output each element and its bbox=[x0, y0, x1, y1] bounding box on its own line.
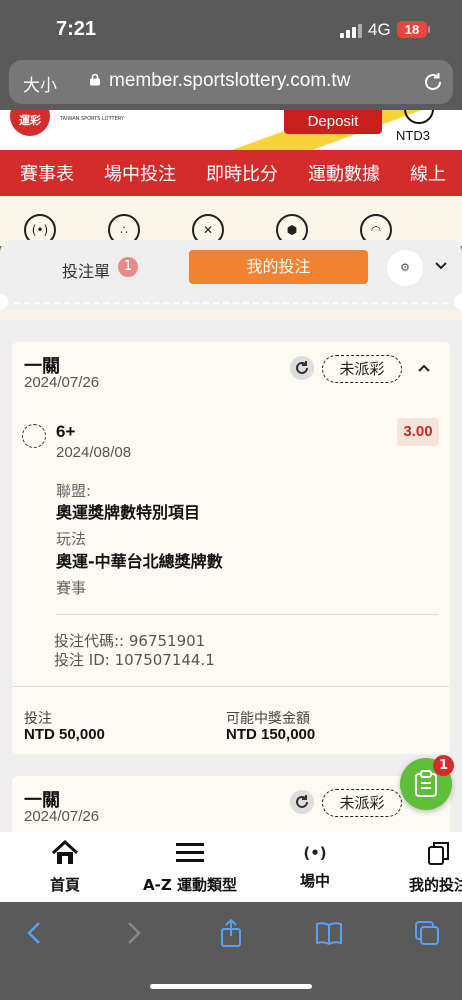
bottom-nav: 首頁 A-Z 運動類型 (•) 場中 我的投注 bbox=[0, 832, 462, 902]
deposit-button[interactable]: Deposit bbox=[284, 110, 382, 134]
odds-badge: 3.00 bbox=[397, 418, 439, 446]
reload-icon[interactable] bbox=[421, 70, 445, 94]
refresh-icon[interactable] bbox=[290, 790, 314, 814]
signal-icon bbox=[340, 24, 362, 38]
nav-item-schedule[interactable]: 賽事表 bbox=[20, 160, 74, 186]
nav-item-online[interactable]: 線上 bbox=[410, 160, 446, 186]
ticket-notch-right bbox=[454, 294, 462, 310]
share-icon[interactable] bbox=[216, 918, 246, 948]
bet-id: 投注 ID: 107507144.1 bbox=[54, 651, 215, 669]
live-icon: (•) bbox=[303, 844, 327, 862]
bookmarks-icon[interactable] bbox=[314, 918, 344, 948]
bottom-nav-label: 首頁 bbox=[49, 876, 80, 894]
url-text[interactable]: member.sportslottery.com.tw bbox=[109, 70, 350, 92]
address-bar[interactable]: 大小 member.sportslottery.com.tw bbox=[9, 60, 453, 104]
league-value: 奧運獎牌數特別項目 bbox=[56, 503, 201, 522]
bet-date: 2024/07/26 bbox=[24, 374, 100, 391]
text-size-button[interactable]: 大小 bbox=[23, 71, 57, 96]
clipboard-icon bbox=[415, 770, 437, 797]
settings-gear-icon[interactable]: ⚙ bbox=[387, 250, 423, 286]
bet-code: 投注代碼:: 96751901 bbox=[54, 632, 206, 650]
bottom-nav-label: 我的投注 bbox=[408, 876, 462, 894]
stake-value: NTD 50,000 bbox=[24, 726, 105, 743]
chevron-down-icon[interactable] bbox=[433, 258, 449, 274]
lock-icon bbox=[90, 73, 100, 86]
ticket-notch-left bbox=[0, 294, 8, 310]
market-value: 奧運-中華台北總獎牌數 bbox=[56, 552, 223, 571]
battery-icon: 18 bbox=[397, 21, 427, 38]
ticket-divider bbox=[14, 302, 448, 304]
betslip-panel: 投注單 1 我的投注 ⚙ 一關 2024/07/26 未派彩 6+ 2024/0… bbox=[0, 240, 462, 832]
event-label: 賽事 bbox=[56, 579, 87, 597]
bottom-nav-my-bets[interactable]: 我的投注 bbox=[404, 840, 462, 895]
league-label: 聯盟: bbox=[56, 482, 92, 500]
bottom-nav-home[interactable]: 首頁 bbox=[40, 839, 90, 895]
bottom-nav-label: 場中 bbox=[299, 872, 330, 890]
nav-item-live-score[interactable]: 即時比分 bbox=[206, 160, 278, 186]
site-header: 運彩 TAIWAN SPORTS LOTTERY Deposit NTD3 bbox=[0, 110, 462, 150]
status-badge: 未派彩 bbox=[322, 355, 402, 383]
payout-value: NTD 150,000 bbox=[226, 726, 316, 743]
bet-date: 2024/07/26 bbox=[24, 808, 100, 825]
fab-count-badge: 1 bbox=[433, 755, 454, 776]
selection-date: 2024/08/08 bbox=[56, 444, 132, 461]
divider bbox=[56, 614, 438, 615]
home-indicator bbox=[150, 984, 312, 989]
bottom-nav-label: A-Z 運動類型 bbox=[143, 876, 237, 894]
stake-label: 投注 bbox=[24, 711, 52, 727]
logo[interactable]: 運彩 bbox=[10, 110, 50, 136]
footer-divider bbox=[12, 686, 450, 687]
bottom-nav-az-sports[interactable]: A-Z 運動類型 bbox=[132, 840, 248, 895]
bottom-nav-live[interactable]: (•) 場中 bbox=[290, 840, 340, 891]
battery-tip bbox=[428, 26, 430, 33]
status-bar: 7:21 4G 18 bbox=[0, 0, 462, 56]
clock: 7:21 bbox=[56, 18, 97, 40]
balance-badge[interactable]: NTD3 bbox=[396, 128, 430, 143]
betslip-count-badge: 1 bbox=[118, 257, 138, 277]
main-nav: 賽事表 場中投注 即時比分 運動數據 線上 bbox=[0, 150, 462, 196]
back-icon[interactable] bbox=[20, 918, 50, 948]
forward-icon[interactable] bbox=[118, 918, 148, 948]
chevron-up-icon[interactable] bbox=[416, 360, 432, 376]
tab-betslip[interactable]: 投注單 bbox=[62, 258, 110, 282]
menu-icon bbox=[176, 843, 204, 862]
refresh-icon[interactable] bbox=[290, 356, 314, 380]
home-icon bbox=[51, 839, 79, 864]
nav-item-sports-data[interactable]: 運動數據 bbox=[308, 160, 380, 186]
selection-name: 6+ bbox=[56, 422, 76, 441]
logo-caption: TAIWAN SPORTS LOTTERY bbox=[60, 116, 124, 122]
nav-item-live-betting[interactable]: 場中投注 bbox=[104, 160, 176, 186]
market-label: 玩法 bbox=[56, 530, 87, 548]
tabs-icon[interactable] bbox=[412, 918, 442, 948]
status-badge: 未派彩 bbox=[322, 789, 402, 817]
selection-radio-icon bbox=[22, 424, 46, 448]
copy-icon bbox=[428, 842, 449, 865]
sports-icon-row: (•) ∴ ✕ ⬢ ◠ bbox=[0, 196, 462, 246]
payout-label: 可能中獎金額 bbox=[226, 711, 310, 727]
ticket-strip bbox=[0, 310, 462, 320]
network-type: 4G bbox=[368, 20, 391, 39]
bet-card: 一關 2024/07/26 未派彩 6+ 2024/08/08 3.00 聯盟:… bbox=[12, 342, 450, 754]
bet-card: 一關 2024/07/26 未派彩 bbox=[12, 776, 450, 832]
tab-my-bets[interactable]: 我的投注 bbox=[189, 250, 368, 284]
